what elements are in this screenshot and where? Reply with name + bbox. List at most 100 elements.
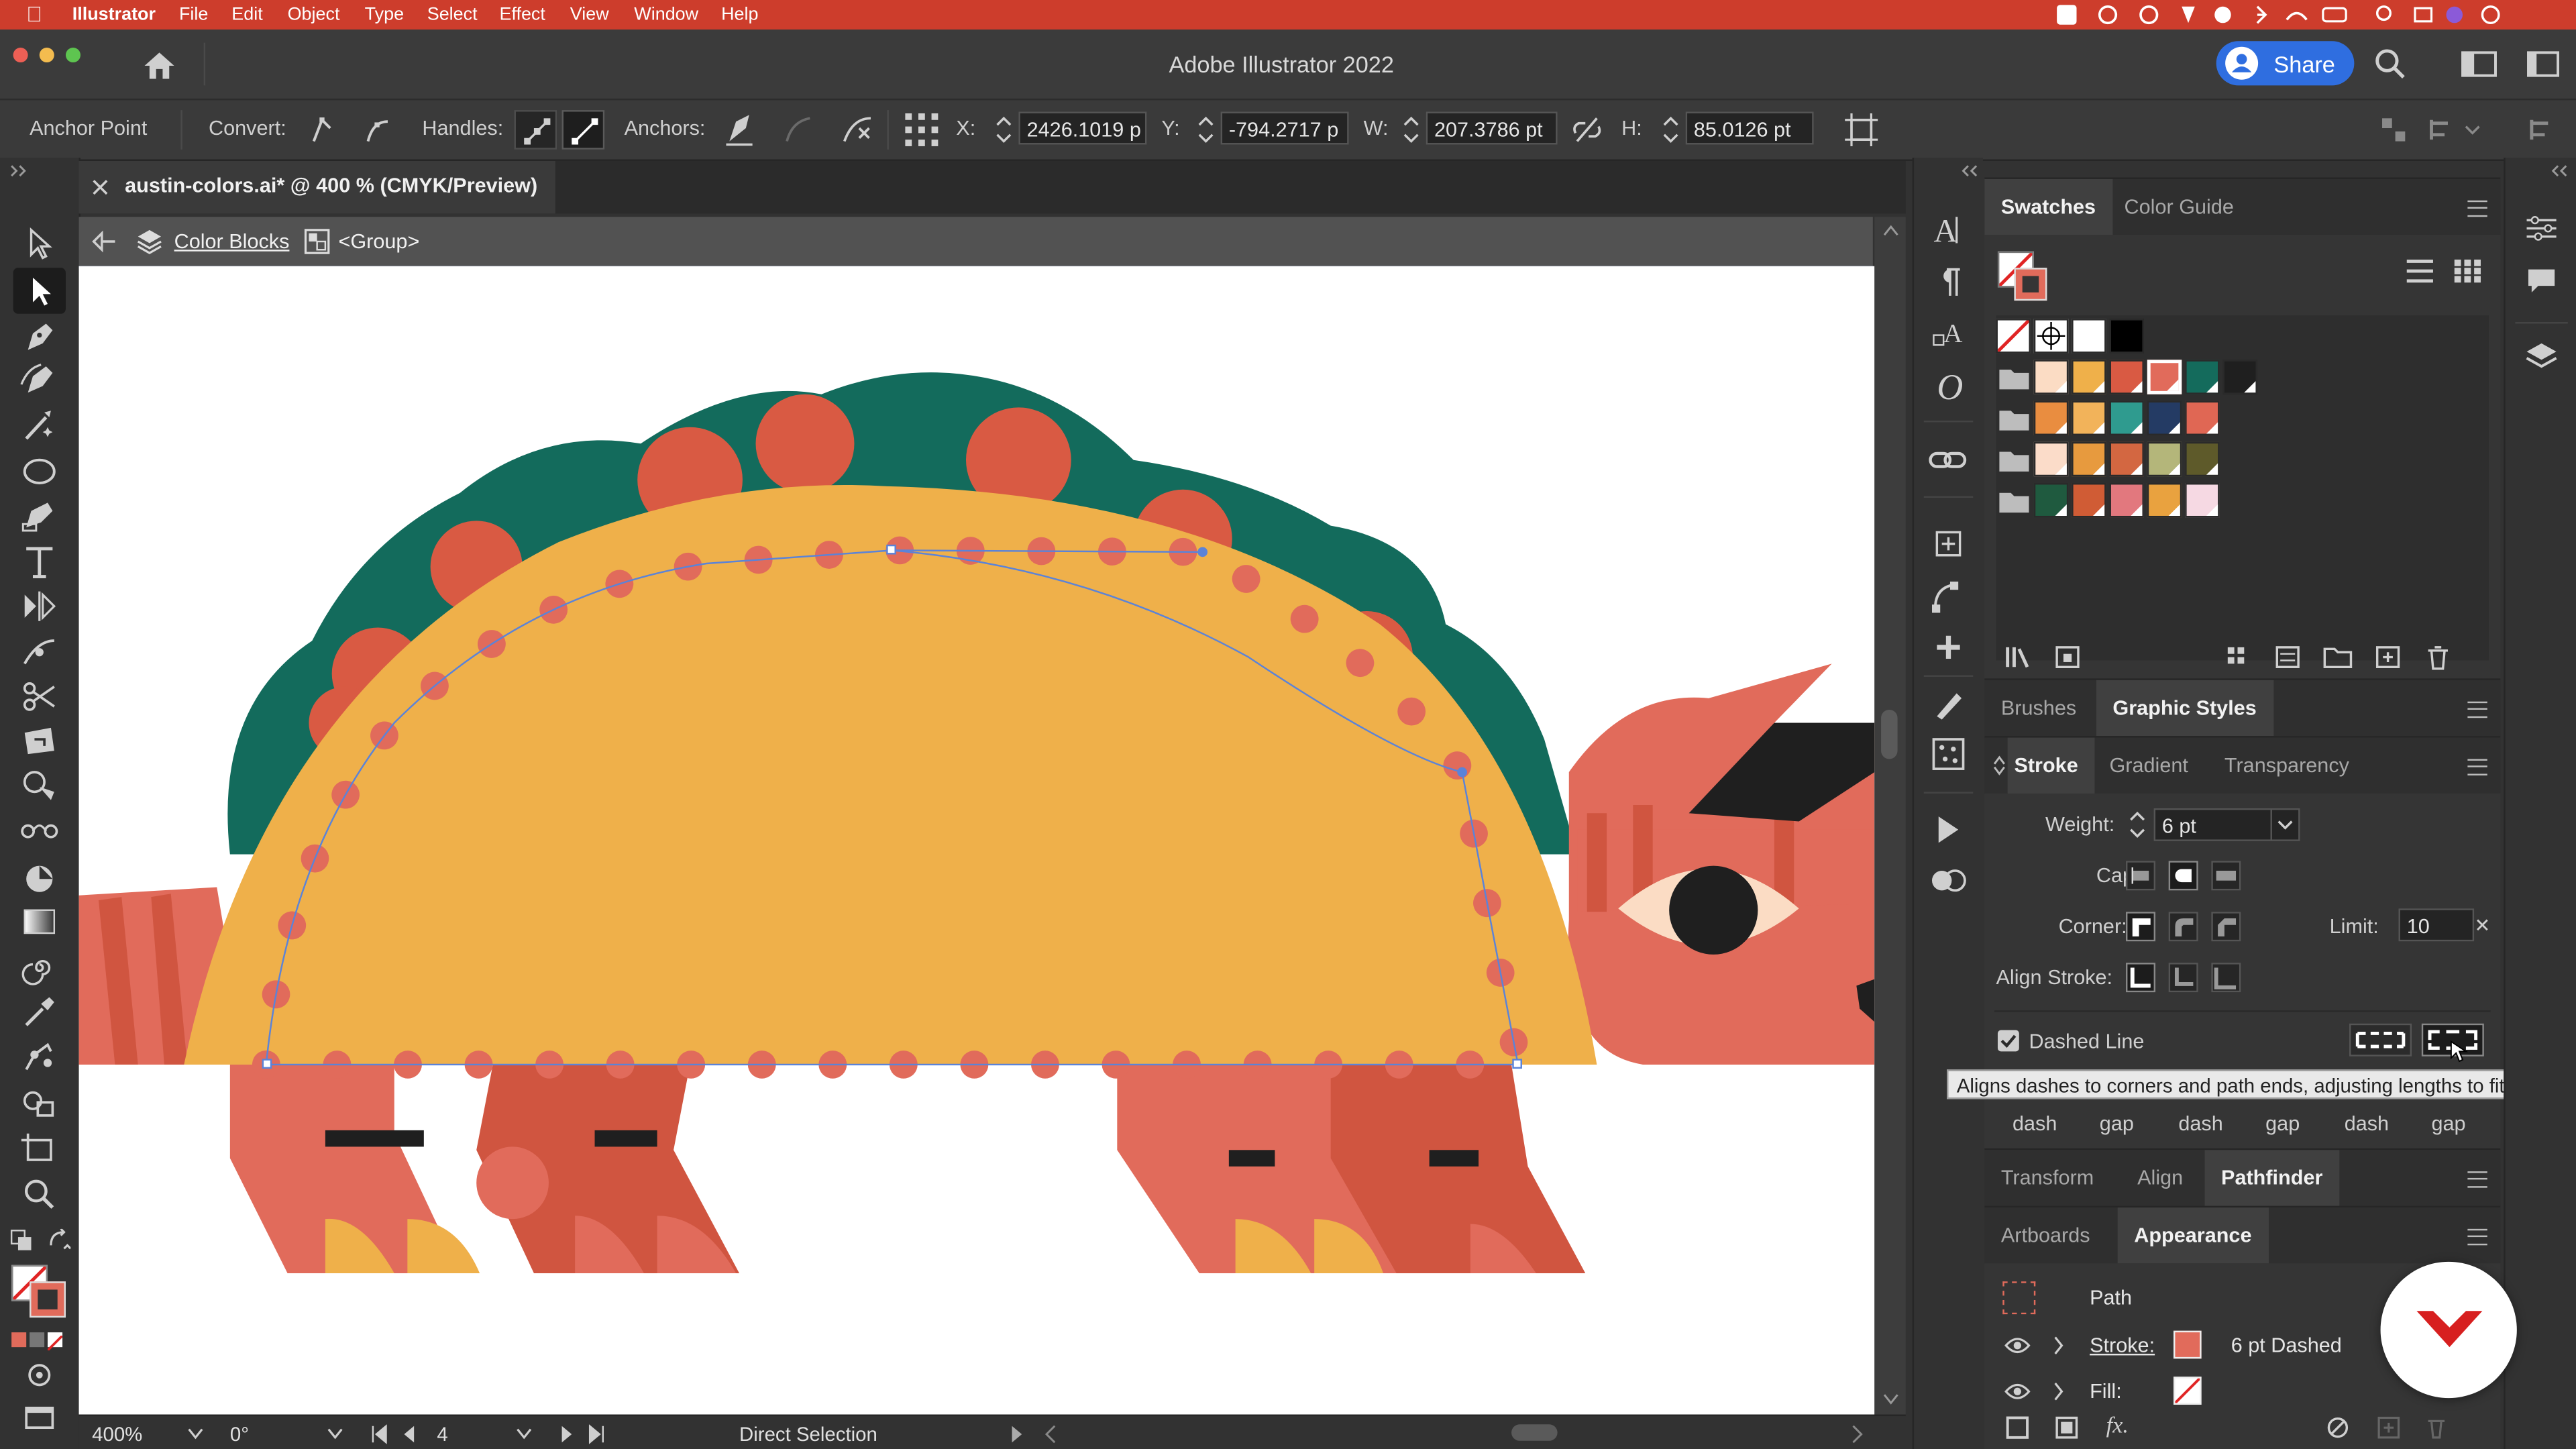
type-tool-icon[interactable] [18,544,61,580]
limit-field[interactable]: 10 [2398,908,2475,942]
home-icon[interactable] [142,49,178,82]
share-button[interactable]: Share [2216,41,2355,86]
h-stepper[interactable] [1658,112,1684,148]
scroll-thumb[interactable] [1881,709,1898,759]
prev-artboard-icon[interactable] [401,1424,417,1444]
tab-align[interactable]: Align [2121,1150,2200,1205]
swatch[interactable] [2147,400,2182,435]
swatch[interactable] [2185,360,2220,394]
place-swatches-icon[interactable] [2053,644,2083,670]
w-stepper[interactable] [1398,112,1424,148]
weight-stepper[interactable] [2125,806,2151,843]
links-icon[interactable] [1929,447,1968,473]
swatch[interactable] [2033,400,2069,435]
rotation-value[interactable]: 0° [230,1423,249,1446]
workspace-icon[interactable] [2461,51,2498,77]
tab-color-guide[interactable]: Color Guide [2108,179,2250,235]
weight-field[interactable]: 6 pt [2153,808,2272,841]
h-field[interactable]: 85.0126 pt [1685,111,1814,145]
symbols-panel-icon[interactable] [1931,736,1967,772]
swatch[interactable] [2185,483,2220,518]
projecting-cap-button[interactable] [2211,861,2241,891]
screen-mode-icon[interactable] [25,1406,54,1430]
tab-swatches[interactable]: Swatches [1984,178,2112,235]
panel-toggle-icon[interactable] [2527,51,2560,77]
reference-point-icon[interactable] [904,112,940,148]
close-tab-icon[interactable] [92,179,108,195]
status-menu-icon[interactable] [1009,1424,1025,1444]
fill-stroke-indicator[interactable] [1997,251,2053,307]
shaper-tool-icon[interactable] [18,498,61,534]
panel-menu-icon[interactable] [2467,701,2487,718]
color-group-icon[interactable] [2224,644,2254,670]
color-mode-buttons[interactable] [11,1332,64,1352]
swatch[interactable] [2222,360,2257,394]
glyphs-icon[interactable]: A [1931,315,1967,352]
tab-artboards[interactable]: Artboards [1984,1208,2106,1263]
delete-icon[interactable] [2423,644,2453,670]
duplicate-item-icon[interactable] [2377,1416,2400,1439]
fill-attribute-label[interactable]: Fill: [2090,1380,2122,1403]
back-arrow-icon[interactable] [92,230,118,253]
swatch-none[interactable] [1996,319,2031,354]
y-stepper[interactable] [1193,112,1219,148]
zoom-window-button[interactable] [65,48,81,63]
panel-menu-icon[interactable] [2467,759,2487,775]
delete-item-icon[interactable] [2425,1416,2448,1439]
swatch[interactable] [2033,483,2069,518]
swatch-black[interactable] [2109,319,2144,354]
artboard-number[interactable]: 4 [437,1423,447,1446]
tab-gradient[interactable]: Gradient [2093,738,2204,794]
curvature-tool-icon[interactable] [18,362,61,398]
collapse-icon[interactable] [2548,164,2567,178]
tab-transparency[interactable]: Transparency [2208,738,2365,794]
arrange-icon[interactable] [2426,115,2482,144]
eyedropper-tool-icon[interactable] [18,994,61,1030]
align-options-icon[interactable] [2379,115,2408,144]
remove-anchor-icon[interactable] [723,112,756,148]
gradient-tool-icon[interactable] [18,904,61,940]
scroll-left-icon[interactable] [1042,1424,1058,1444]
tab-brushes[interactable]: Brushes [1984,680,2092,736]
menu-view[interactable]: View [570,5,609,24]
swatch-registration[interactable] [2033,319,2069,354]
swatch[interactable] [2109,400,2144,435]
bevel-join-button[interactable] [2211,912,2241,942]
live-paint-tool-icon[interactable] [18,1084,61,1120]
menu-object[interactable]: Object [288,5,340,24]
spiral-tool-icon[interactable] [18,950,61,986]
minimize-window-button[interactable] [39,48,54,63]
swatch[interactable] [2109,441,2144,477]
butt-cap-button[interactable] [2125,861,2156,891]
opentype-icon[interactable]: O [1931,368,1967,405]
collapse-icon[interactable] [10,164,30,178]
add-fill-icon[interactable] [2055,1416,2078,1439]
swatch[interactable] [2109,483,2144,518]
chevron-down-icon[interactable] [187,1428,203,1441]
reflect-tool-icon[interactable] [18,588,61,625]
zoom-tool-icon[interactable] [18,1176,61,1212]
tab-stroke[interactable]: Stroke [2007,737,2095,794]
grid-view-icon[interactable] [2453,258,2482,284]
armadillo-artwork[interactable] [78,266,1875,1415]
w-field[interactable]: 207.3786 pt [1426,111,1558,145]
pen-panel-icon[interactable] [1931,578,1967,614]
comments-icon[interactable] [2525,266,2558,296]
draw-mode-icon[interactable] [25,1362,54,1388]
menu-type[interactable]: Type [365,5,404,24]
tab-appearance[interactable]: Appearance [2117,1208,2268,1264]
character-icon[interactable]: A [1931,210,1967,246]
swatch[interactable] [2147,360,2182,394]
panel-menu-icon[interactable] [2467,1228,2487,1246]
paragraph-icon[interactable] [1933,266,1963,299]
menu-select[interactable]: Select [427,5,478,24]
swatch[interactable] [2072,360,2106,394]
constrain-proportions-icon[interactable] [1570,115,1603,144]
swatch[interactable] [2033,360,2069,394]
first-artboard-icon[interactable] [370,1424,389,1444]
swatch-white[interactable] [2072,319,2106,354]
shape-builder-tool-icon[interactable] [18,767,61,804]
panel-menu-icon[interactable] [2467,1171,2487,1188]
layers-panel-icon[interactable] [2525,341,2558,374]
folder-icon[interactable] [1998,406,2031,432]
